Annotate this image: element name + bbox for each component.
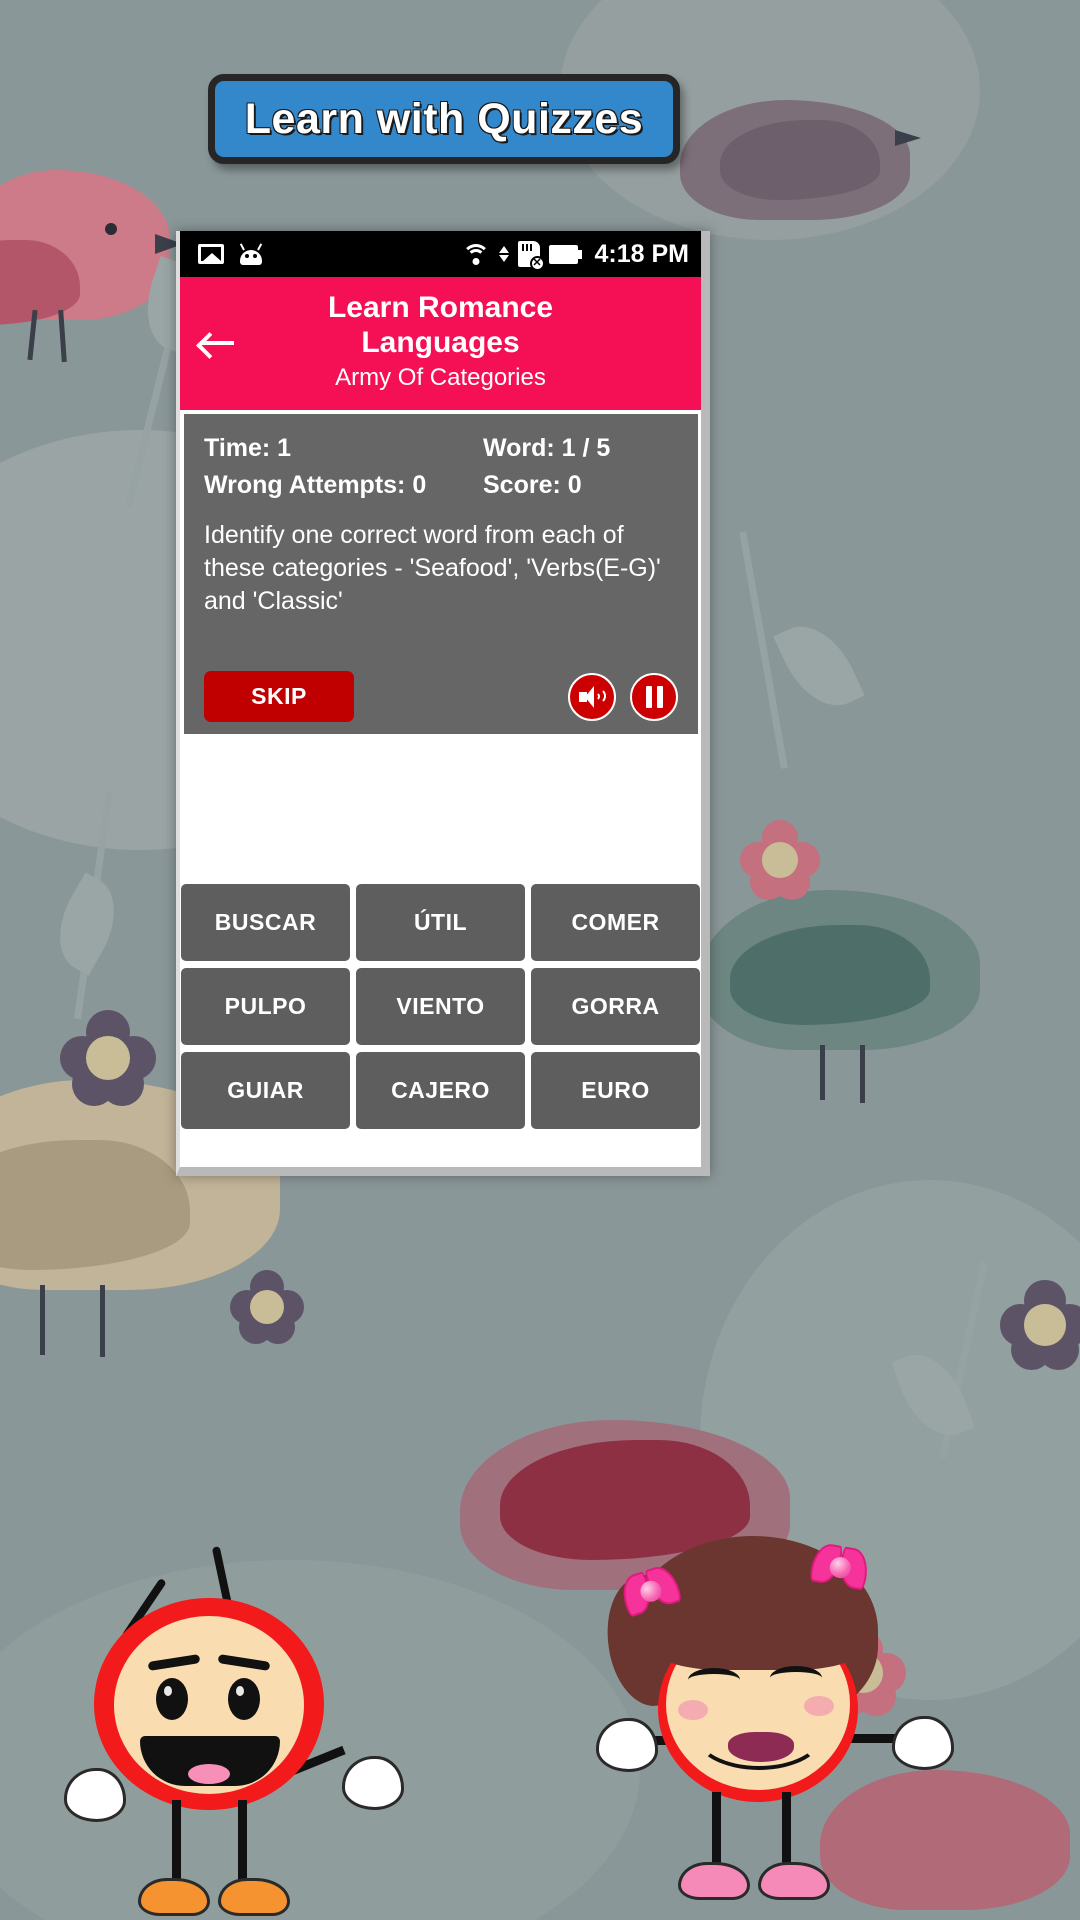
image-icon bbox=[198, 244, 224, 264]
media-controls bbox=[568, 672, 678, 721]
word-button[interactable]: GUIAR bbox=[181, 1052, 350, 1130]
bg-leaf bbox=[41, 872, 133, 976]
mouth bbox=[728, 1732, 794, 1762]
battery-icon bbox=[548, 244, 582, 264]
time-stat: Time: 1 bbox=[204, 434, 292, 463]
word-button[interactable]: ÚTIL bbox=[356, 884, 525, 962]
pause-button[interactable] bbox=[630, 672, 678, 721]
status-clock: 4:18 PM bbox=[594, 239, 689, 268]
bg-flower bbox=[230, 1270, 304, 1344]
question-panel: Time: 1 Word: 1 / 5 Wrong Attempts: 0 Sc… bbox=[184, 414, 698, 735]
word-grid: BUSCAR ÚTIL COMER PULPO VIENTO GORRA GUI… bbox=[180, 884, 701, 1136]
girl-mascot bbox=[586, 1536, 954, 1920]
thumbs-up-glove bbox=[596, 1718, 658, 1772]
bg-bird bbox=[700, 870, 1040, 1103]
app-bar: Learn Romance Languages Army Of Categori… bbox=[180, 277, 701, 411]
eye bbox=[228, 1678, 260, 1720]
pause-icon bbox=[645, 685, 663, 708]
word-counter: Word: 1 / 5 bbox=[483, 434, 611, 463]
glove-hand bbox=[342, 1756, 404, 1810]
boy-mascot bbox=[64, 1546, 404, 1920]
answer-slot-area bbox=[180, 734, 701, 884]
glove-hand bbox=[64, 1768, 126, 1822]
sound-icon bbox=[578, 685, 606, 708]
closed-eye bbox=[770, 1666, 822, 1690]
wifi-icon bbox=[461, 243, 490, 265]
word-row: BUSCAR ÚTIL COMER bbox=[180, 884, 701, 962]
word-button[interactable]: PULPO bbox=[181, 968, 350, 1046]
bg-flower bbox=[740, 820, 820, 900]
eye bbox=[156, 1678, 188, 1720]
leg bbox=[238, 1800, 247, 1885]
word-button[interactable]: GORRA bbox=[531, 968, 700, 1046]
sim-error-icon: ✕ bbox=[517, 241, 545, 271]
bg-flower bbox=[60, 1010, 156, 1106]
word-row: GUIAR CAJERO EURO bbox=[180, 1052, 701, 1130]
page-title: Learn Romance Languages bbox=[327, 291, 554, 359]
question-prompt: Identify one correct word from each of t… bbox=[204, 520, 661, 615]
page-subtitle: Army Of Categories bbox=[335, 364, 546, 391]
stats-row: Time: 1 Word: 1 / 5 bbox=[204, 430, 678, 466]
bg-leaf bbox=[773, 612, 865, 720]
word-button[interactable]: CAJERO bbox=[356, 1052, 525, 1130]
question-footer: SKIP bbox=[204, 671, 678, 723]
tongue bbox=[188, 1764, 230, 1784]
back-button[interactable] bbox=[180, 332, 254, 354]
word-button[interactable]: COMER bbox=[531, 884, 700, 962]
wrong-attempts-stat: Wrong Attempts: 0 bbox=[204, 470, 427, 499]
bg-flower bbox=[1000, 1280, 1080, 1370]
promo-banner: Learn with Quizzes bbox=[208, 74, 680, 164]
stats-row: Wrong Attempts: 0 Score: 0 bbox=[204, 467, 678, 503]
sound-button[interactable] bbox=[568, 672, 616, 721]
arrow-left-icon bbox=[200, 332, 234, 354]
leg bbox=[172, 1800, 181, 1885]
shoe bbox=[678, 1862, 750, 1900]
stats-block: Time: 1 Word: 1 / 5 Wrong Attempts: 0 Sc… bbox=[204, 430, 678, 503]
phone-screen: ✕ 4:18 PM Learn Romance Languages Army O… bbox=[180, 231, 701, 1167]
shoe bbox=[218, 1878, 290, 1916]
answer-area: BUSCAR ÚTIL COMER PULPO VIENTO GORRA GUI… bbox=[180, 734, 701, 1167]
status-bar: ✕ 4:18 PM bbox=[180, 231, 701, 277]
android-icon bbox=[239, 243, 263, 265]
hair-fringe bbox=[658, 1612, 858, 1670]
app-bar-titles: Learn Romance Languages Army Of Categori… bbox=[254, 291, 701, 394]
leg bbox=[712, 1792, 721, 1870]
word-button[interactable]: EURO bbox=[531, 1052, 700, 1130]
data-transfer-icon bbox=[498, 246, 509, 262]
leg bbox=[782, 1792, 791, 1870]
skip-button[interactable]: SKIP bbox=[204, 671, 354, 723]
shoe bbox=[138, 1878, 210, 1916]
phone-frame: ✕ 4:18 PM Learn Romance Languages Army O… bbox=[176, 231, 710, 1176]
thumbs-up-glove bbox=[892, 1716, 954, 1770]
word-button[interactable]: VIENTO bbox=[356, 968, 525, 1046]
closed-eye bbox=[688, 1668, 740, 1692]
word-button[interactable]: BUSCAR bbox=[181, 884, 350, 962]
shoe bbox=[758, 1862, 830, 1900]
promo-banner-title: Learn with Quizzes bbox=[244, 94, 644, 143]
score-stat: Score: 0 bbox=[483, 470, 582, 499]
word-row: PULPO VIENTO GORRA bbox=[180, 968, 701, 1046]
